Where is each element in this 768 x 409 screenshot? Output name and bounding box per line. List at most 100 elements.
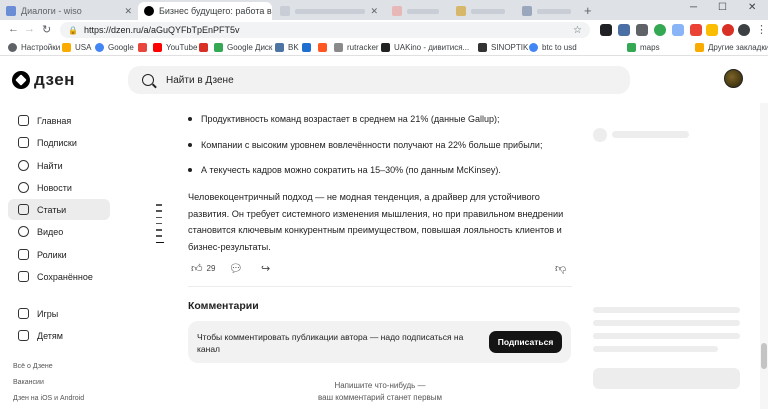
tab-background-4[interactable]: [516, 2, 580, 20]
extension-icon[interactable]: [672, 24, 684, 36]
tab-title-blurred: [537, 8, 571, 14]
list-item-text: Продуктивность команд возрастает в средн…: [201, 114, 500, 124]
share-icon: ↪: [261, 263, 271, 275]
orange-icon: [318, 43, 327, 52]
extension-icon[interactable]: [600, 24, 612, 36]
menu-icon[interactable]: ⋮: [756, 23, 767, 36]
bookmark-gmail[interactable]: [199, 43, 212, 52]
profile-avatar-icon[interactable]: [738, 24, 750, 36]
extension-icon[interactable]: [618, 24, 630, 36]
sidebar-item-articles[interactable]: Статьи: [8, 199, 110, 220]
bookmark-sinoptik[interactable]: SINOPTIK: [478, 43, 528, 52]
bookmark-icon: [18, 271, 29, 282]
footer-link-apps[interactable]: Дзен на iOS и Android: [13, 395, 84, 402]
sidebar-item-games[interactable]: Игры: [8, 303, 110, 324]
footer-link-vacancies[interactable]: Вакансии: [13, 379, 44, 386]
comments-heading: Комментарии: [188, 300, 259, 312]
bookmark-unnamed-3[interactable]: [318, 43, 331, 52]
lock-icon: 🔒: [68, 25, 78, 35]
other-bookmarks[interactable]: Другие закладки: [695, 43, 768, 52]
bookmark-label: maps: [640, 43, 660, 52]
bookmark-label: UAKino - дивитися...: [394, 43, 470, 52]
extension-icon[interactable]: [690, 24, 702, 36]
red-icon: [138, 43, 147, 52]
tab-background-3[interactable]: [450, 2, 514, 20]
close-window-icon[interactable]: ✕: [748, 2, 756, 13]
bookmark-uakino[interactable]: UAKino - дивитися...: [381, 43, 469, 52]
tab-background-2[interactable]: [386, 2, 448, 20]
gamepad-icon: [18, 308, 29, 319]
extension-icon[interactable]: [706, 24, 718, 36]
list-item: Продуктивность команд возрастает в средн…: [188, 114, 500, 124]
bookmark-unnamed-1[interactable]: [138, 43, 151, 52]
bookmark-btc[interactable]: btc to usd: [529, 43, 577, 52]
bookmark-rutracker[interactable]: rutracker: [334, 43, 379, 52]
sidebar-item-label: Сохранённое: [37, 271, 93, 282]
subscribe-button[interactable]: Подписаться: [489, 331, 562, 353]
youtube-icon: [153, 43, 162, 52]
bookmark-usa[interactable]: USA: [62, 43, 91, 52]
bookmark-unnamed-2[interactable]: [302, 43, 315, 52]
extension-icon[interactable]: [722, 24, 734, 36]
skeleton-line: [593, 307, 740, 313]
tab-title: Диалоги - wiso: [21, 6, 82, 16]
tab-title: Бизнес будущего: работа в кайо: [159, 6, 272, 16]
search-input[interactable]: Найти в Дзене: [128, 66, 630, 94]
avatar[interactable]: [724, 69, 743, 88]
forward-icon[interactable]: →: [24, 23, 35, 35]
subscribe-notice: Чтобы комментировать публикации автора —…: [188, 321, 571, 363]
article-actions: 👍︎ 29 💬︎ ↪ 👎︎: [188, 262, 572, 278]
tab-dialogs[interactable]: Диалоги - wiso ✕: [0, 2, 138, 20]
search-placeholder: Найти в Дзене: [166, 74, 234, 86]
tab-title-blurred: [295, 8, 365, 14]
dzen-logo[interactable]: дзен: [12, 70, 75, 90]
address-bar[interactable]: 🔒 https://dzen.ru/a/aGuQYFbTpEnPFT5v ☆: [60, 22, 590, 38]
comment-button[interactable]: 💬︎: [229, 262, 243, 275]
reload-icon[interactable]: ↻: [42, 23, 51, 36]
back-icon[interactable]: ←: [8, 23, 19, 35]
close-tab-icon[interactable]: ✕: [366, 6, 378, 17]
bookmark-settings[interactable]: Настройки: [8, 43, 60, 52]
sidebar-item-shorts[interactable]: Ролики: [8, 244, 110, 265]
bullet-icon: [188, 117, 192, 121]
bookmark-youtube[interactable]: YouTube: [153, 43, 197, 52]
tab-background-1[interactable]: ✕: [274, 2, 384, 20]
bookmark-label: SINOPTIK: [491, 43, 529, 52]
tab-article[interactable]: Бизнес будущего: работа в кайо ✕: [138, 2, 272, 20]
bookmark-google-drive[interactable]: Google Диск: [214, 43, 272, 52]
bookmark-maps[interactable]: maps: [627, 43, 660, 52]
close-tab-icon[interactable]: ✕: [120, 6, 132, 17]
home-icon: [18, 115, 29, 126]
minimize-icon[interactable]: ─: [690, 2, 697, 13]
list-item-text: Компании с высоким уровнем вовлечённости…: [201, 140, 543, 150]
share-button[interactable]: ↪: [261, 262, 270, 275]
sidebar-item-label: Статьи: [37, 204, 67, 215]
maximize-icon[interactable]: ☐: [718, 2, 727, 13]
folder-icon: [62, 43, 71, 52]
scrollbar[interactable]: [760, 103, 768, 409]
uakino-icon: [381, 43, 390, 52]
sidebar-item-home[interactable]: Главная: [8, 110, 110, 131]
sidebar-item-search[interactable]: Найти: [8, 155, 110, 176]
sidebar-item-kids[interactable]: Детям: [8, 325, 110, 346]
sidebar-item-video[interactable]: Видео: [8, 221, 110, 242]
sidebar-item-subscriptions[interactable]: Подписки: [8, 132, 110, 153]
bookmark-star-icon[interactable]: ☆: [573, 25, 582, 36]
sidebar-item-news[interactable]: Новости: [8, 177, 110, 198]
extension-icon[interactable]: [654, 24, 666, 36]
bookmark-google[interactable]: Google: [95, 43, 134, 52]
extension-icon[interactable]: [636, 24, 648, 36]
shorts-icon: [18, 249, 29, 260]
scrollbar-thumb[interactable]: [761, 343, 767, 369]
bookmark-label: Google: [108, 43, 134, 52]
table-of-contents-icon[interactable]: [156, 204, 164, 248]
tab-favicon-icon: [280, 6, 290, 16]
bookmark-vk[interactable]: BK: [275, 43, 299, 52]
bookmark-label: rutracker: [347, 43, 379, 52]
new-tab-button[interactable]: +: [584, 3, 592, 18]
sidebar-item-saved[interactable]: Сохранённое: [8, 266, 110, 287]
footer-link-about[interactable]: Всё о Дзене: [13, 363, 53, 370]
gmail-icon: [199, 43, 208, 52]
like-button[interactable]: 👍︎ 29: [191, 262, 215, 275]
dislike-button[interactable]: 👎︎: [555, 262, 566, 275]
